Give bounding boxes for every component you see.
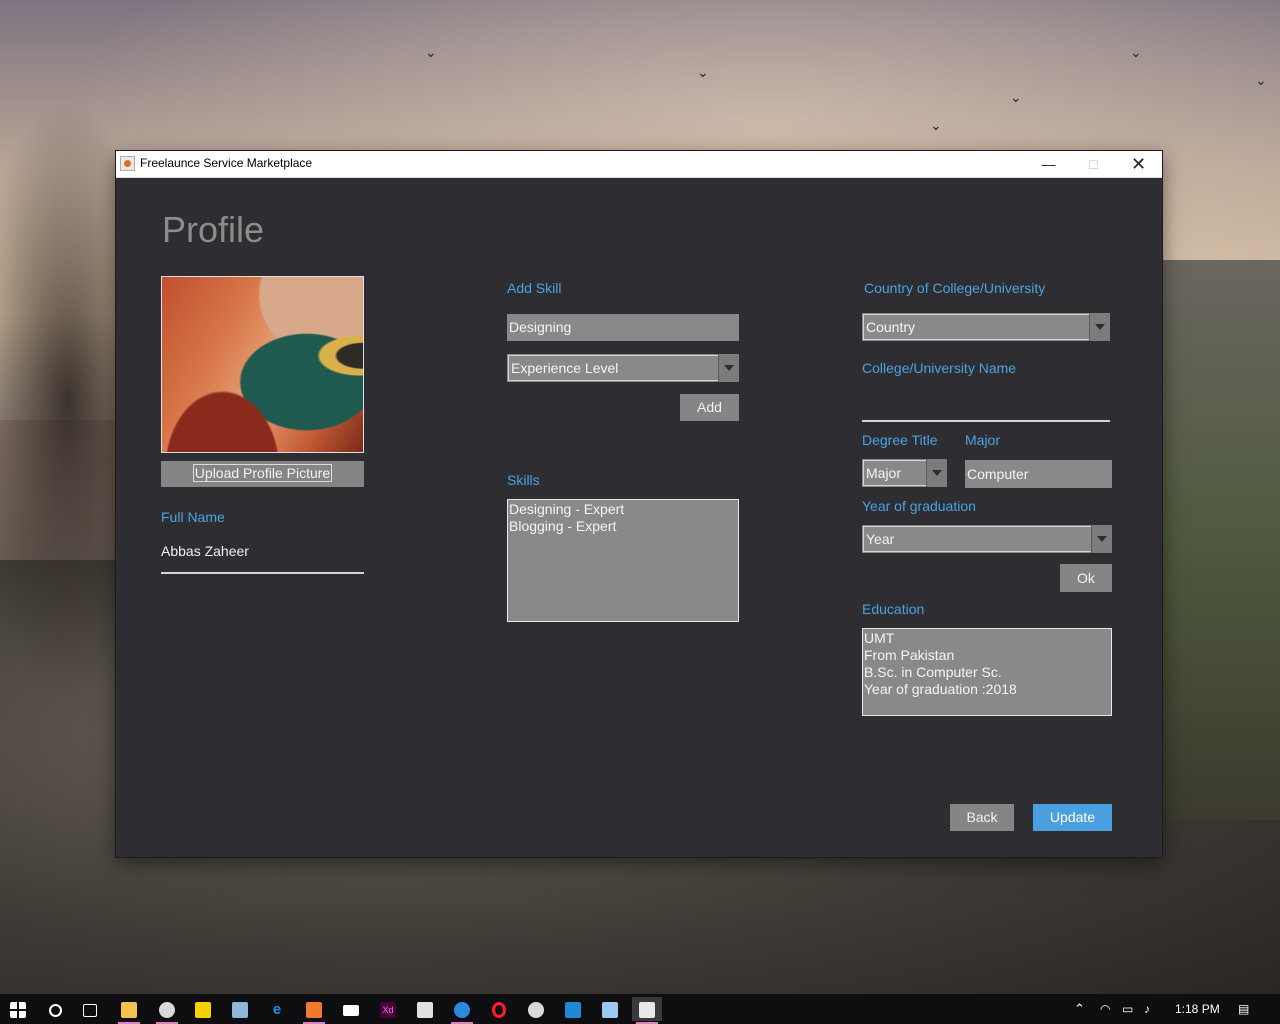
mail-icon[interactable] bbox=[336, 997, 366, 1021]
degree-title-value: Major bbox=[863, 460, 927, 486]
minimize-button[interactable]: — bbox=[1026, 151, 1071, 177]
college-name-underline bbox=[862, 420, 1110, 422]
skill-item: Designing - Expert bbox=[509, 501, 625, 517]
java-app-icon bbox=[120, 156, 135, 171]
degree-title-select[interactable]: Major bbox=[862, 459, 947, 487]
country-value: Country bbox=[863, 314, 1090, 340]
education-line: UMT bbox=[864, 630, 895, 646]
education-label: Education bbox=[862, 601, 925, 617]
close-button[interactable]: ✕ bbox=[1116, 151, 1161, 177]
college-name-label: College/University Name bbox=[862, 360, 1017, 376]
education-list[interactable]: UMT From Pakistan B.Sc. in Computer Sc. … bbox=[862, 628, 1112, 716]
major-input[interactable]: Computer bbox=[965, 460, 1112, 488]
xampp-icon[interactable] bbox=[299, 997, 329, 1024]
add-skill-button[interactable]: Add bbox=[680, 394, 739, 421]
notifications-icon[interactable]: ▤ bbox=[1238, 994, 1249, 1024]
bird-decoration: ⌄ bbox=[930, 117, 942, 133]
skills-list[interactable]: Designing - Expert Blogging - Expert bbox=[507, 499, 739, 622]
major-label: Major bbox=[965, 432, 1001, 448]
country-select[interactable]: Country bbox=[862, 313, 1110, 341]
wifi-icon[interactable]: ◠ bbox=[1100, 994, 1110, 1024]
virtualbox-icon[interactable] bbox=[595, 997, 625, 1021]
opera-icon[interactable] bbox=[484, 997, 514, 1021]
bird-decoration: ⌄ bbox=[697, 64, 709, 80]
volume-icon[interactable]: ♪ bbox=[1144, 994, 1150, 1024]
experience-level-value: Experience Level bbox=[508, 355, 719, 381]
firefox-icon[interactable] bbox=[447, 997, 477, 1024]
upload-profile-picture-button[interactable]: Upload Profile Picture bbox=[161, 461, 364, 487]
update-button[interactable]: Update bbox=[1033, 804, 1112, 831]
chevron-down-icon[interactable] bbox=[1089, 313, 1110, 341]
paint3d-icon[interactable] bbox=[521, 997, 551, 1021]
desktop-wallpaper-hill bbox=[1150, 260, 1280, 820]
year-value: Year bbox=[863, 526, 1092, 552]
search-icon[interactable] bbox=[40, 997, 70, 1021]
bird-decoration: ⌄ bbox=[425, 44, 437, 60]
window-title: Freelaunce Service Marketplace bbox=[140, 156, 313, 170]
education-line: From Pakistan bbox=[864, 647, 955, 663]
file-explorer-icon[interactable] bbox=[114, 997, 144, 1024]
store-icon[interactable] bbox=[410, 997, 440, 1021]
year-of-graduation-select[interactable]: Year bbox=[862, 525, 1112, 553]
bird-decoration: ⌄ bbox=[1255, 72, 1267, 88]
skill-input[interactable]: Designing bbox=[507, 314, 739, 341]
maximize-button[interactable]: □ bbox=[1071, 151, 1116, 177]
adobe-xd-icon[interactable]: Xd bbox=[373, 997, 403, 1021]
app-window: Freelaunce Service Marketplace — □ ✕ Pro… bbox=[116, 151, 1162, 857]
paint-icon[interactable] bbox=[152, 997, 182, 1024]
vscode-icon[interactable] bbox=[558, 997, 588, 1021]
full-name-label: Full Name bbox=[161, 509, 225, 525]
skills-label: Skills bbox=[507, 472, 540, 488]
education-line: Year of graduation :2018 bbox=[864, 681, 1017, 697]
upload-button-label: Upload Profile Picture bbox=[192, 464, 333, 482]
degree-title-label: Degree Title bbox=[862, 432, 938, 448]
sticky-notes-icon[interactable] bbox=[188, 997, 218, 1021]
bird-decoration: ⌄ bbox=[1130, 44, 1142, 60]
experience-level-select[interactable]: Experience Level bbox=[507, 354, 739, 382]
taskbar: e Xd ⌃ ◠ ▭ ♪ 1:18 PM ▤ bbox=[0, 994, 1280, 1024]
country-label: Country of College/University bbox=[864, 280, 1046, 296]
chevron-down-icon[interactable] bbox=[1091, 525, 1112, 553]
full-name-underline bbox=[161, 572, 364, 574]
ok-button[interactable]: Ok bbox=[1060, 564, 1112, 592]
add-skill-label: Add Skill bbox=[507, 280, 562, 296]
chevron-down-icon[interactable] bbox=[926, 459, 947, 487]
chevron-down-icon[interactable] bbox=[718, 354, 739, 382]
battery-icon[interactable]: ▭ bbox=[1122, 994, 1133, 1024]
bird-decoration: ⌄ bbox=[1010, 89, 1022, 105]
java-app-icon[interactable] bbox=[632, 997, 662, 1024]
year-of-graduation-label: Year of graduation bbox=[862, 498, 976, 514]
start-icon[interactable] bbox=[3, 997, 33, 1021]
show-hidden-icons-chevron-up-icon[interactable]: ⌃ bbox=[1074, 994, 1085, 1024]
education-line: B.Sc. in Computer Sc. bbox=[864, 664, 1002, 680]
remote-desktop-icon[interactable] bbox=[225, 997, 255, 1021]
clock-time[interactable]: 1:18 PM bbox=[1175, 994, 1220, 1024]
back-button[interactable]: Back bbox=[950, 804, 1014, 831]
skill-item: Blogging - Expert bbox=[509, 518, 617, 534]
profile-picture bbox=[161, 276, 364, 453]
edge-icon[interactable]: e bbox=[262, 997, 292, 1021]
page-title: Profile bbox=[162, 209, 265, 250]
task-view-icon[interactable] bbox=[75, 997, 105, 1021]
title-bar[interactable]: Freelaunce Service Marketplace — □ ✕ bbox=[116, 151, 1162, 178]
full-name-input[interactable]: Abbas Zaheer bbox=[161, 543, 249, 559]
